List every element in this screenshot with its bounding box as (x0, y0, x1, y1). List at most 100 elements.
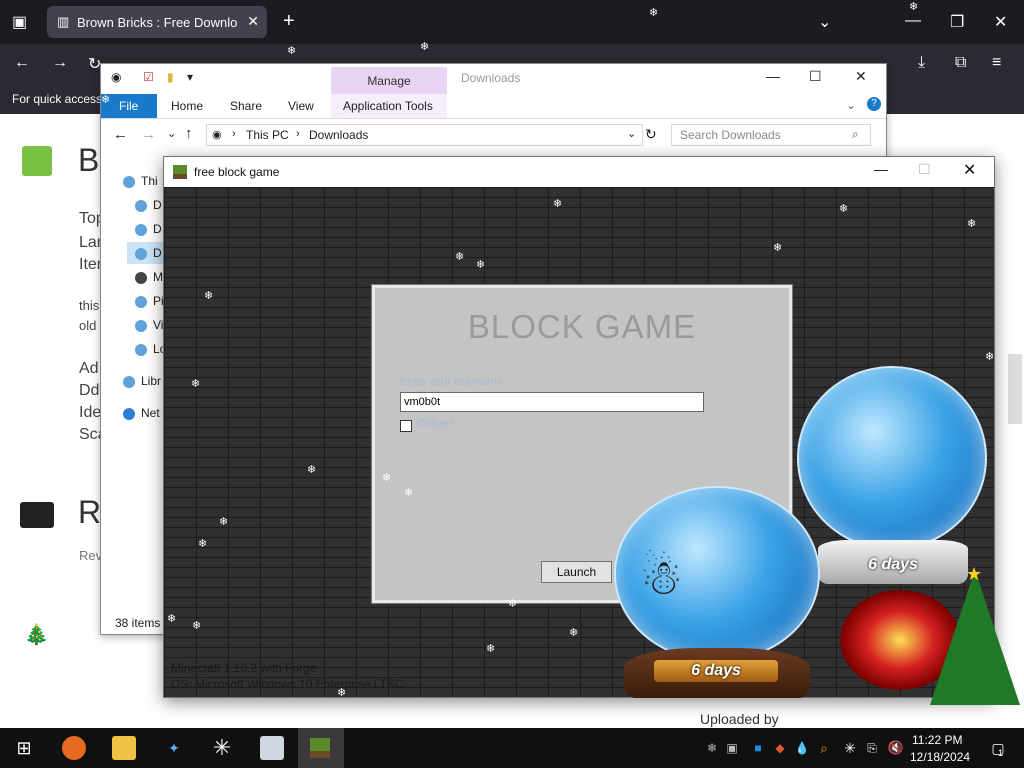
nav-item-music[interactable]: M (135, 270, 163, 284)
properties-icon[interactable]: ☑ (143, 70, 154, 84)
menu-icon[interactable]: ≡ (992, 54, 1001, 72)
snowflake-icon: ❄ (337, 687, 347, 699)
page-scrollbar[interactable] (1008, 354, 1022, 424)
snowflake-icon: ❄ (476, 259, 486, 271)
search-icon[interactable]: ⌕ (812, 736, 836, 760)
tray-icon[interactable]: ▣ (720, 736, 744, 760)
tray-icon[interactable]: ■ (746, 736, 770, 760)
app-icon[interactable]: ✦ (162, 736, 186, 760)
nav-item-pictures[interactable]: Pi (135, 294, 164, 308)
game-minimize-icon[interactable]: — (874, 161, 888, 177)
tray-icon[interactable]: ✳ (838, 736, 862, 760)
address-bar[interactable]: ◉ › This PC › Downloads ⌄ (206, 124, 643, 146)
explorer-minimize-icon[interactable]: — (766, 68, 780, 84)
network-icon[interactable]: ⎘ (860, 736, 884, 760)
download-icon[interactable]: ⤓ (918, 54, 925, 72)
offline-checkbox[interactable] (400, 420, 412, 432)
tab-list-icon[interactable]: ▣ (12, 12, 27, 32)
firefox-icon[interactable] (62, 736, 86, 760)
new-folder-icon[interactable]: ▮ (167, 70, 174, 84)
image-viewer-icon[interactable] (260, 736, 284, 760)
tree-icon: 🎄 (24, 624, 49, 646)
ribbon-expand-icon[interactable]: ⌄ (846, 98, 856, 112)
start-windows-icon[interactable]: ⊞ (12, 736, 36, 760)
download-folder-icon (135, 247, 147, 260)
game-taskbar-button[interactable] (298, 728, 344, 768)
game-close-icon[interactable]: ✕ (963, 160, 976, 180)
grass-block-icon (173, 165, 187, 179)
restore-icon[interactable]: ❐ (950, 12, 964, 32)
minimize-icon[interactable]: — (905, 12, 921, 30)
help-icon[interactable]: ? (867, 97, 881, 111)
snowflake-icon: ❄ (101, 94, 111, 106)
browser-tab-bar: ▣ ▥ Brown Bricks : Free Download, : ✕ + … (0, 0, 1024, 44)
recent-locations-icon[interactable]: ⌄ (167, 127, 176, 140)
explorer-ribbon: Home Share View ⌄ ? (101, 94, 886, 119)
tray-icon[interactable]: ◆ (768, 736, 792, 760)
tab-close-icon[interactable]: ✕ (247, 13, 259, 30)
page-line: Lar (79, 234, 103, 251)
snowflake-icon: ❄ (420, 41, 430, 53)
explorer-maximize-icon[interactable]: ☐ (809, 68, 822, 85)
chevron-down-icon[interactable]: ⌄ (818, 12, 831, 32)
explorer-close-icon[interactable]: ✕ (855, 68, 867, 85)
asterisk-app-icon[interactable]: ✳ (210, 736, 234, 760)
clock-time[interactable]: 11:22 PM (912, 733, 962, 747)
reviews-text: Rev (79, 548, 103, 563)
page-line: Ad (79, 360, 99, 377)
tab-application-tools[interactable]: Application Tools (331, 94, 447, 118)
tab-view[interactable]: View (288, 99, 314, 113)
nav-item-videos[interactable]: Vi (135, 318, 163, 332)
close-icon[interactable]: ✕ (994, 12, 1007, 32)
snowflake-icon: ❄ (191, 378, 201, 390)
site-favicon-icon: ▥ (57, 14, 70, 29)
nav-item-this-pc[interactable]: Thi (123, 174, 158, 188)
nav-item-documents[interactable]: D (135, 222, 162, 236)
extensions-icon[interactable]: ⧉ (955, 54, 966, 72)
back-arrow-icon[interactable]: ← (113, 126, 128, 143)
quick-access-dropdown-icon[interactable]: ▾ (187, 70, 193, 84)
game-titlebar: free block game — ☐ ✕ (164, 157, 994, 187)
search-icon: ⌕ (852, 127, 859, 141)
launch-button[interactable]: Launch (541, 561, 612, 583)
breadcrumb-downloads[interactable]: Downloads (309, 128, 368, 142)
snowflake-icon: ❄ (553, 198, 563, 210)
offline-checkbox-label: Offline? (417, 418, 455, 430)
breadcrumb-this-pc[interactable]: This PC (246, 128, 289, 142)
address-dropdown-icon[interactable]: ⌄ (627, 127, 636, 140)
tab-share[interactable]: Share (230, 99, 262, 113)
forward-arrow-icon[interactable]: → (141, 126, 156, 143)
folder-icon (135, 199, 147, 212)
clock-date[interactable]: 12/18/2024 (910, 750, 970, 764)
notification-count: 1 (998, 748, 1004, 758)
explorer-window-title: Downloads (461, 71, 521, 85)
back-arrow-icon[interactable]: ← (14, 54, 30, 72)
nav-item-desktop[interactable]: D (135, 198, 162, 212)
page-line: Iter (79, 256, 103, 273)
file-explorer-icon[interactable] (112, 736, 136, 760)
username-input[interactable] (400, 392, 704, 412)
breadcrumb-chevron-icon: › (296, 128, 300, 140)
explorer-app-icon: ◉ (111, 70, 122, 84)
snowflake-icon: ❄ (508, 598, 518, 610)
manage-tab-label: Manage (367, 74, 411, 88)
tab-manage[interactable]: Manage (331, 67, 447, 94)
game-window-title: free block game (194, 165, 280, 179)
comment-icon (20, 502, 54, 528)
search-input[interactable]: Search Downloads ⌕ (671, 124, 871, 146)
tray-icon[interactable]: 💧 (790, 736, 814, 760)
folder-icon (135, 223, 147, 236)
tab-home[interactable]: Home (171, 99, 203, 113)
snowflake-icon: ❄ (404, 487, 414, 499)
grass-block-icon (310, 738, 330, 758)
refresh-icon[interactable]: ↻ (645, 126, 657, 143)
browser-tab[interactable]: ▥ Brown Bricks : Free Download, : ✕ (47, 6, 267, 38)
disk-icon (135, 343, 147, 356)
nav-item-network[interactable]: Net (123, 406, 160, 420)
up-arrow-icon[interactable]: ↑ (185, 125, 193, 142)
new-tab-button[interactable]: + (283, 10, 295, 33)
nav-item-local-disk[interactable]: Lo (135, 342, 166, 356)
forward-arrow-icon[interactable]: → (52, 54, 68, 72)
volume-muted-icon[interactable]: 🔇 (884, 736, 908, 760)
nav-item-libraries[interactable]: Libr (123, 374, 161, 388)
